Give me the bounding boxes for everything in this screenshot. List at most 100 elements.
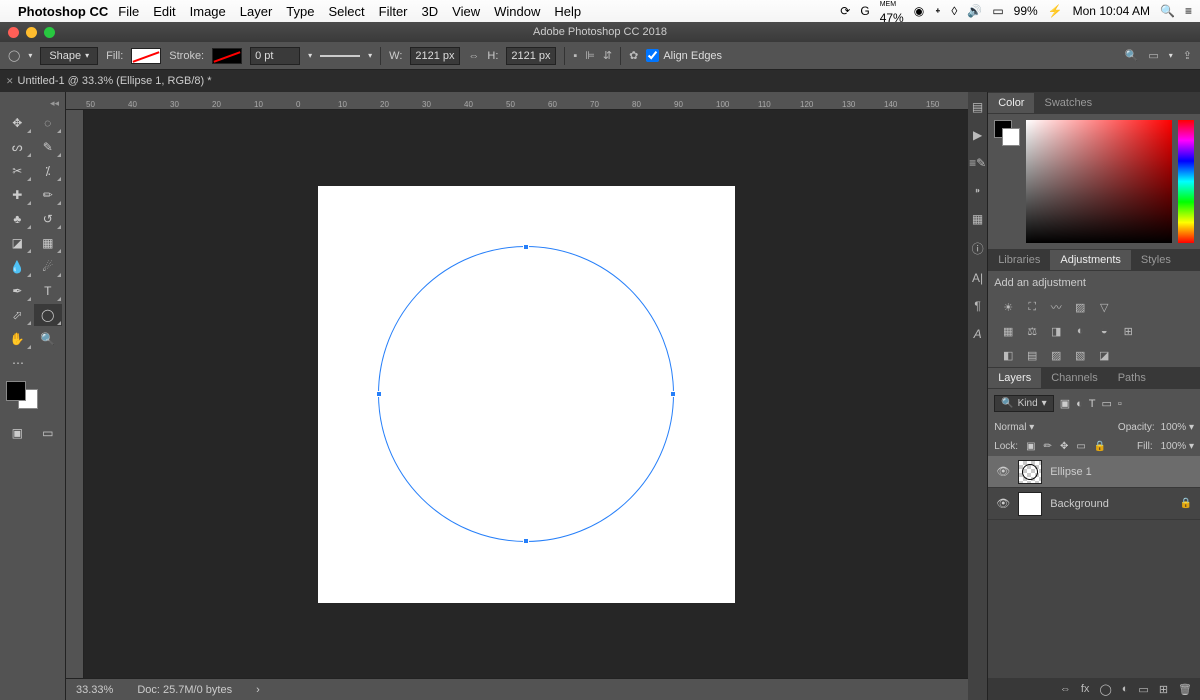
menu-layer[interactable]: Layer xyxy=(240,4,273,19)
height-input[interactable] xyxy=(506,47,556,65)
menu-image[interactable]: Image xyxy=(190,4,226,19)
close-tab-icon[interactable]: ✕ xyxy=(6,76,14,87)
minimize-window[interactable] xyxy=(26,27,37,38)
layer-thumb[interactable] xyxy=(1018,492,1042,516)
vertical-ruler[interactable] xyxy=(66,110,84,678)
zoom-tool[interactable]: 🔍 xyxy=(34,328,63,350)
handle-bottom[interactable] xyxy=(523,538,529,544)
menu-3d[interactable]: 3D xyxy=(422,4,439,19)
blend-mode[interactable]: Normal ▾ xyxy=(994,422,1112,433)
move-tool[interactable]: ✥ xyxy=(3,112,32,134)
handle-right[interactable] xyxy=(670,391,676,397)
battery-icon[interactable]: ⚡ xyxy=(1048,4,1063,18)
layer-background[interactable]: 👁 Background 🔒 xyxy=(988,488,1200,520)
width-input[interactable] xyxy=(410,47,460,65)
status-chev[interactable]: › xyxy=(256,684,260,696)
shape-mode-select[interactable]: Shape▾ xyxy=(40,47,98,65)
volume-icon[interactable]: 🔊 xyxy=(967,4,982,18)
document-tab[interactable]: Untitled-1 @ 33.3% (Ellipse 1, RGB/8) * xyxy=(18,75,212,87)
lock-icon[interactable]: 🔒 xyxy=(1180,498,1192,509)
app-name[interactable]: Photoshop CC xyxy=(18,4,108,19)
arrange-icon[interactable]: ⇵ xyxy=(603,49,612,62)
handle-top[interactable] xyxy=(523,244,529,250)
tab-adjustments[interactable]: Adjustments xyxy=(1050,250,1131,270)
adj-levels[interactable]: ⛶ xyxy=(1024,299,1040,315)
menu-window[interactable]: Window xyxy=(494,4,540,19)
tab-color[interactable]: Color xyxy=(988,93,1034,113)
filter-type-icon[interactable]: T xyxy=(1089,398,1096,410)
adj-gradient-map[interactable]: ▧ xyxy=(1072,347,1088,363)
eyedropper-tool[interactable]: ⁒ xyxy=(34,160,63,182)
pen-tool[interactable]: ✒ xyxy=(3,280,32,302)
spotlight-icon[interactable]: 🔍 xyxy=(1160,4,1175,18)
adjustment-layer-icon[interactable]: ◐ xyxy=(1122,683,1129,695)
adj-invert[interactable]: ◧ xyxy=(1000,347,1016,363)
healing-tool[interactable]: ✚ xyxy=(3,184,32,206)
stroke-style[interactable] xyxy=(320,55,360,57)
align-edges-check[interactable]: Align Edges xyxy=(646,49,722,62)
screen-mode-icon[interactable]: ▭ xyxy=(1148,49,1158,62)
shape-tool[interactable]: ◯ xyxy=(34,304,63,326)
filter-smart-icon[interactable]: ▫ xyxy=(1118,398,1122,410)
dock-info-icon[interactable]: ⓘ xyxy=(972,240,984,257)
dock-brushes-icon[interactable]: ≡✎ xyxy=(969,156,986,170)
dock-clone-icon[interactable]: ▦ xyxy=(972,212,983,226)
canvas-background[interactable] xyxy=(84,110,968,678)
logitech-icon[interactable]: G xyxy=(860,4,869,18)
adj-exposure[interactable]: ▨ xyxy=(1072,299,1088,315)
layer-name[interactable]: Ellipse 1 xyxy=(1050,466,1092,478)
path-select-tool[interactable]: ⬀ xyxy=(3,304,32,326)
lock-all-icon[interactable]: 🔒 xyxy=(1094,441,1106,452)
filter-adjust-icon[interactable]: ◐ xyxy=(1076,398,1083,410)
blur-tool[interactable]: 💧 xyxy=(3,256,32,278)
link-wh-icon[interactable]: ⇔ xyxy=(468,50,479,62)
lasso-tool[interactable]: ᔕ xyxy=(3,136,32,158)
filter-shape-icon[interactable]: ▭ xyxy=(1101,397,1111,410)
tab-styles[interactable]: Styles xyxy=(1131,250,1181,270)
tab-swatches[interactable]: Swatches xyxy=(1034,93,1102,113)
color-chips[interactable] xyxy=(994,120,1020,243)
align-icon[interactable]: ⊫ xyxy=(585,49,595,62)
battery-pct[interactable]: 99% xyxy=(1014,4,1038,18)
quick-select-tool[interactable]: ✎ xyxy=(34,136,63,158)
close-window[interactable] xyxy=(8,27,19,38)
marquee-tool[interactable]: ◌ xyxy=(34,112,63,134)
tab-channels[interactable]: Channels xyxy=(1041,368,1107,388)
group-icon[interactable]: ▭ xyxy=(1138,683,1148,696)
adj-posterize[interactable]: ▤ xyxy=(1024,347,1040,363)
hue-slider[interactable] xyxy=(1178,120,1194,243)
screen-mode[interactable]: ▭ xyxy=(34,422,63,444)
layer-visibility-icon[interactable]: 👁 xyxy=(996,497,1010,510)
menu-icon[interactable]: ≡ xyxy=(1185,4,1192,18)
horizontal-ruler[interactable]: 5040302010010203040506070809010011012013… xyxy=(66,92,968,110)
fill-opacity-input[interactable]: 100% ▾ xyxy=(1161,441,1194,452)
lock-paint-icon[interactable]: ✏ xyxy=(1044,441,1052,452)
eye-icon[interactable]: ◉ xyxy=(914,4,924,18)
link-layers-icon[interactable]: ⇔ xyxy=(1060,683,1071,695)
menu-filter[interactable]: Filter xyxy=(379,4,408,19)
filter-image-icon[interactable]: ▣ xyxy=(1060,397,1070,410)
adj-curves[interactable]: 〰 xyxy=(1048,299,1064,315)
adj-balance[interactable]: ⚖ xyxy=(1024,323,1040,339)
crop-tool[interactable]: ✂ xyxy=(3,160,32,182)
handle-left[interactable] xyxy=(376,391,382,397)
kind-filter[interactable]: 🔍 Kind ▾ xyxy=(994,395,1054,412)
stroke-width-chev[interactable]: ▾ xyxy=(308,51,312,60)
lock-trans-icon[interactable]: ▣ xyxy=(1026,441,1035,452)
opacity-input[interactable]: 100% ▾ xyxy=(1161,422,1194,433)
wifi-icon[interactable]: ◊ xyxy=(951,4,957,18)
menu-help[interactable]: Help xyxy=(554,4,581,19)
dock-history-icon[interactable]: ▤ xyxy=(972,100,983,114)
menu-edit[interactable]: Edit xyxy=(153,4,175,19)
artboard[interactable] xyxy=(318,186,735,603)
quick-mask[interactable]: ▣ xyxy=(3,422,32,444)
dock-char-icon[interactable]: A| xyxy=(972,271,983,285)
layer-visibility-icon[interactable]: 👁 xyxy=(996,465,1010,478)
menu-type[interactable]: Type xyxy=(286,4,314,19)
maximize-window[interactable] xyxy=(44,27,55,38)
sync-icon[interactable]: ⟳ xyxy=(840,4,850,18)
new-layer-icon[interactable]: ⊞ xyxy=(1159,683,1168,696)
layer-name[interactable]: Background xyxy=(1050,498,1109,510)
adj-brightness[interactable]: ☀ xyxy=(1000,299,1016,315)
foreground-color[interactable] xyxy=(6,381,26,401)
